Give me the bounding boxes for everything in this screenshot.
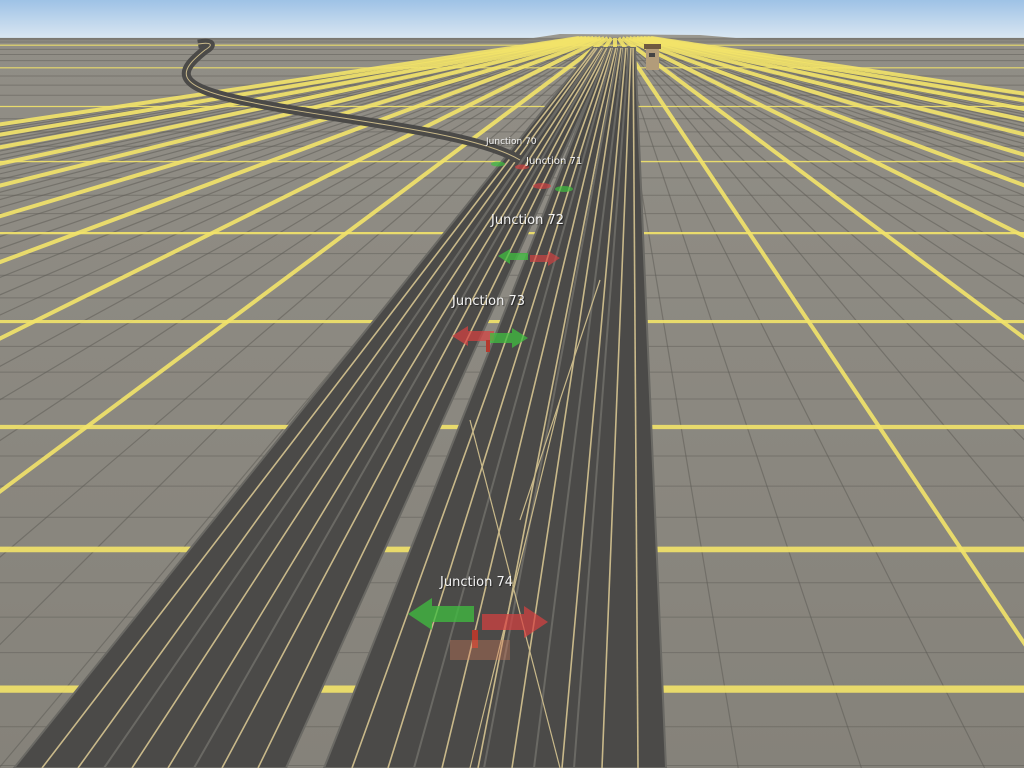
junction-70-green-marker[interactable] [491, 161, 505, 167]
junction-71-red-marker[interactable] [533, 183, 551, 189]
junction-71-label[interactable]: Junction 71 [526, 156, 582, 167]
junction-73-lever[interactable] [486, 340, 490, 352]
junction-71-green-marker[interactable] [555, 186, 573, 192]
signal-box-building[interactable] [644, 44, 661, 70]
sky [0, 0, 1024, 40]
junction-72-label[interactable]: Junction 72 [491, 213, 564, 228]
game-viewport[interactable]: Junction 70 Junction 71 Junction 72 Junc… [0, 0, 1024, 768]
junction-70-label[interactable]: Junction 70 [486, 137, 537, 147]
junction-74-shadow [450, 640, 510, 660]
junction-73-label[interactable]: Junction 73 [452, 294, 525, 309]
railway-3d-scene[interactable] [0, 0, 1024, 768]
junction-74-label[interactable]: Junction 74 [440, 575, 513, 590]
